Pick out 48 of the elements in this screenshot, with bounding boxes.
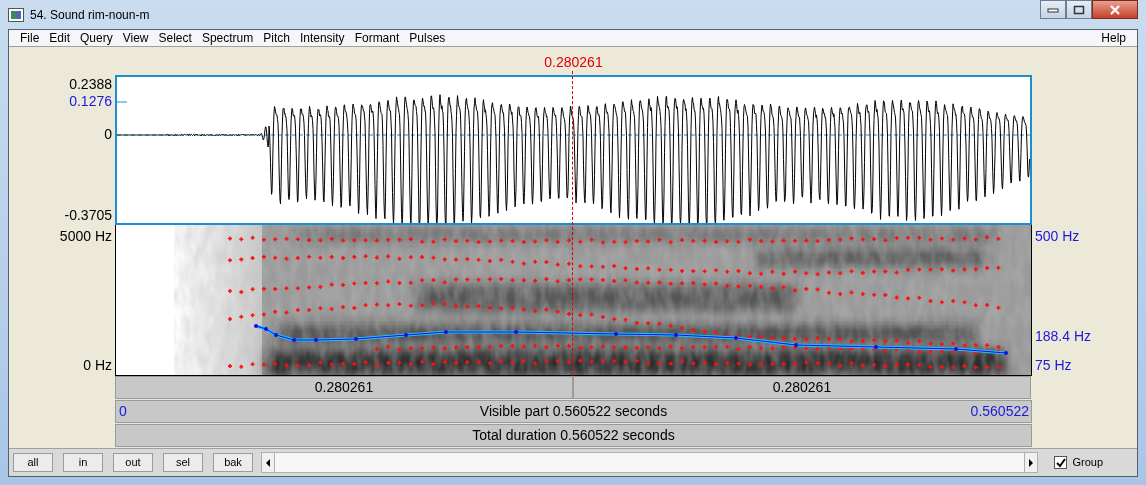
time-label: 0 xyxy=(119,402,127,421)
total-duration-bar[interactable]: Total duration 0.560522 seconds xyxy=(115,424,1032,447)
app-icon xyxy=(8,7,24,22)
maximize-icon xyxy=(1073,4,1085,15)
axis-label: 188.4 Hz xyxy=(1035,329,1092,343)
menu-item[interactable]: Pulses xyxy=(404,29,451,47)
zoom-button[interactable]: all xyxy=(13,453,53,472)
checkbox-label: Group xyxy=(1072,455,1103,471)
menu-item[interactable]: File xyxy=(15,29,45,47)
maximize-button[interactable] xyxy=(1066,0,1092,19)
axis-label: -0.3705 xyxy=(64,208,112,222)
minimize-icon xyxy=(1047,6,1059,13)
menu-item[interactable]: Edit xyxy=(44,29,76,47)
left-arrow-icon xyxy=(266,458,270,467)
close-button[interactable] xyxy=(1092,0,1138,19)
zoom-button[interactable]: in xyxy=(63,453,103,472)
zoom-button[interactable]: bak xyxy=(213,453,253,472)
menu-item[interactable]: Spectrum xyxy=(196,29,259,47)
axis-label: 5000 Hz xyxy=(59,229,112,243)
group-checkbox[interactable] xyxy=(1054,456,1068,469)
menu-item[interactable]: Formant xyxy=(349,29,405,47)
menu-item[interactable]: Select xyxy=(153,29,197,47)
menu-item[interactable]: Query xyxy=(75,29,118,47)
axis-label: 0.1276 xyxy=(69,94,112,108)
menu-item[interactable]: Intensity xyxy=(294,29,350,47)
minimize-button[interactable] xyxy=(1040,0,1066,19)
total-duration-label: Total duration 0.560522 seconds xyxy=(472,426,675,445)
window-title: 54. Sound rim-noun-m xyxy=(30,6,150,24)
axis-label: 0 xyxy=(104,127,112,141)
menu-item[interactable]: Pitch xyxy=(258,29,295,47)
time-label: 0.560522 xyxy=(970,402,1029,421)
axis-label: 500 Hz xyxy=(1035,229,1080,243)
time-segment[interactable]: 0.280261 xyxy=(573,376,1031,399)
zoom-button[interactable]: out xyxy=(113,453,153,472)
visible-part-label: Visible part 0.560522 seconds xyxy=(479,402,668,421)
scroll-left-button[interactable] xyxy=(261,452,275,473)
zoom-button[interactable]: sel xyxy=(163,453,203,472)
visible-part-bar[interactable]: 0 Visible part 0.560522 seconds 0.560522 xyxy=(115,400,1032,423)
right-arrow-icon xyxy=(1029,458,1034,467)
axis-label: 0 Hz xyxy=(83,358,112,372)
axis-label: 75 Hz xyxy=(1035,358,1072,372)
axis-label: 0.2388 xyxy=(69,77,112,91)
cursor-time: 0.280261 xyxy=(544,53,603,72)
menu-item[interactable]: Help xyxy=(1096,29,1131,47)
close-icon xyxy=(1109,4,1121,15)
scroll-right-button[interactable] xyxy=(1024,452,1039,473)
time-segment[interactable]: 0.280261 xyxy=(115,376,573,399)
menu-item[interactable]: View xyxy=(117,29,154,47)
